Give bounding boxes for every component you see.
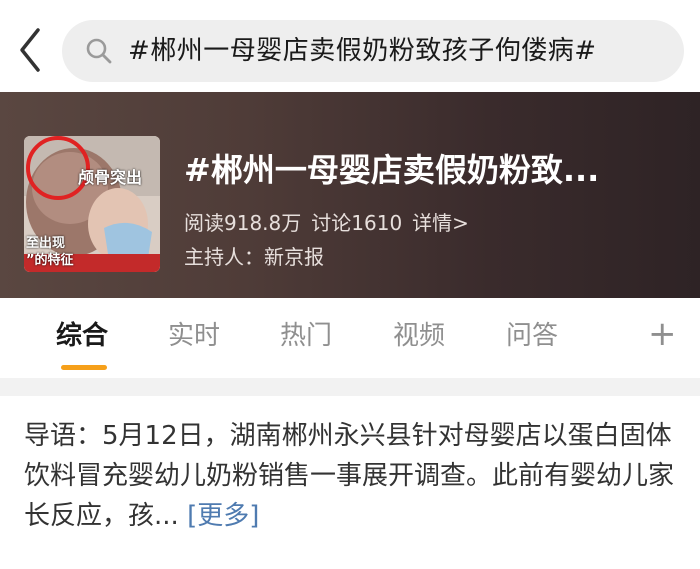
active-tab-indicator — [61, 365, 107, 370]
topic-intro: 导语：5月12日，湖南郴州永兴县针对母婴店以蛋白固体饮料冒充婴幼儿奶粉销售一事展… — [24, 416, 680, 536]
tab-video[interactable]: 视频 — [393, 318, 445, 354]
plus-icon[interactable]: + — [648, 314, 677, 354]
topic-thumbnail[interactable]: 颅骨突出 至出现 ”的特征 — [24, 136, 160, 272]
search-icon — [86, 38, 112, 64]
tab-hot[interactable]: 热门 — [280, 318, 332, 354]
back-arrow-icon — [20, 28, 40, 72]
thumbnail-caption: 颅骨突出 — [78, 168, 143, 187]
details-link[interactable]: 详情> — [412, 211, 469, 235]
topic-stats: 阅读918.8万 讨论1610 详情> — [184, 208, 479, 238]
topic-banner: 颅骨突出 至出现 ”的特征 #郴州一母婴店卖假奶粉致... 阅读918.8万 讨论… — [0, 92, 700, 298]
read-count: 阅读918.8万 — [184, 211, 302, 235]
intro-text: 导语：5月12日，湖南郴州永兴县针对母婴店以蛋白固体饮料冒充婴幼儿奶粉销售一事展… — [24, 421, 675, 531]
tab-comprehensive[interactable]: 综合 — [56, 318, 108, 354]
back-button[interactable] — [14, 26, 50, 74]
topic-host[interactable]: 主持人：新京报 — [184, 242, 324, 272]
search-query[interactable]: #郴州一母婴店卖假奶粉致孩子佝偻病# — [128, 33, 597, 69]
search-bar[interactable]: #郴州一母婴店卖假奶粉致孩子佝偻病# — [62, 20, 684, 82]
discussion-count: 讨论1610 — [311, 211, 403, 235]
tab-qa[interactable]: 问答 — [506, 318, 558, 354]
search-header: #郴州一母婴店卖假奶粉致孩子佝偻病# — [0, 0, 700, 92]
tab-bar: 综合 实时 热门 视频 问答 + — [0, 298, 700, 378]
tab-realtime[interactable]: 实时 — [168, 318, 220, 354]
section-divider — [0, 378, 700, 396]
topic-title: #郴州一母婴店卖假奶粉致... — [184, 151, 600, 189]
thumbnail-caption: ”的特征 — [26, 253, 74, 268]
more-link[interactable]: [更多] — [187, 501, 259, 531]
